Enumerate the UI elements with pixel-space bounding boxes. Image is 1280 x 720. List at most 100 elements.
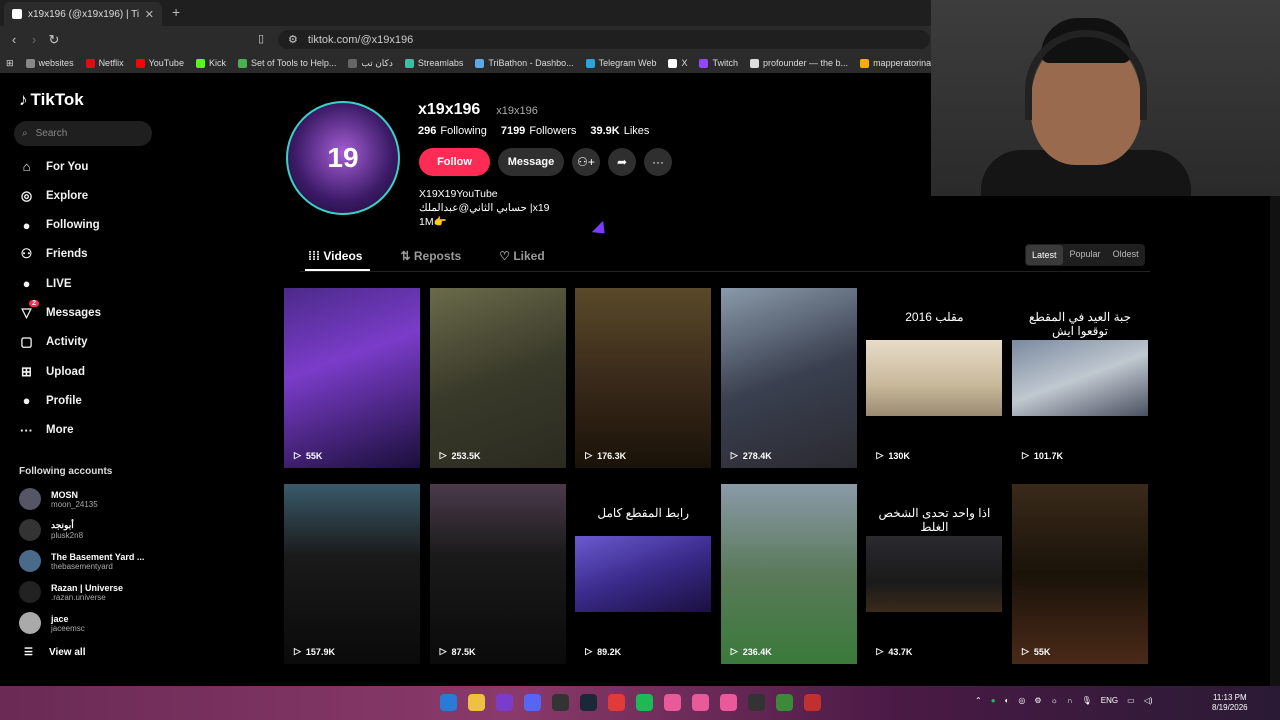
site-info-icon[interactable]: ⚙ — [288, 33, 298, 46]
minecraft-icon[interactable] — [776, 694, 793, 711]
bookmark-item[interactable]: YouTube — [135, 58, 184, 68]
app-icon[interactable] — [552, 694, 569, 711]
volume-icon[interactable]: ◁) — [1144, 696, 1153, 705]
headset-icon[interactable]: ∩ — [1067, 696, 1073, 705]
bookmark-item[interactable]: Kick — [195, 58, 226, 68]
sort-latest[interactable]: Latest — [1026, 245, 1063, 265]
follow-button[interactable]: Follow — [419, 148, 490, 176]
nav-item-more[interactable]: ··· More — [18, 422, 73, 439]
video-card[interactable]: ▷ 176.3K — [575, 288, 712, 468]
video-card[interactable]: جبة العيد في المقطع توقعوا ايش ▷ 101.7K — [1012, 288, 1148, 468]
video-card[interactable]: ▷ 87.5K — [429, 484, 566, 664]
obs-icon[interactable] — [748, 694, 765, 711]
video-card[interactable]: ▷ 55K — [1012, 484, 1148, 664]
nav-item-activity[interactable]: ▢ Activity — [18, 334, 87, 351]
steam-icon[interactable] — [580, 694, 597, 711]
stat-following[interactable]: 296 Following — [418, 125, 487, 137]
forward-icon[interactable]: › — [24, 32, 44, 47]
app-icon[interactable] — [664, 694, 681, 711]
chevron-up-icon[interactable]: ⌃ — [975, 696, 982, 705]
spotify-icon[interactable] — [636, 694, 653, 711]
file-explorer-icon[interactable] — [468, 694, 485, 711]
sort-popular[interactable]: Popular — [1064, 244, 1107, 266]
tray-icon[interactable]: ◎ — [1018, 696, 1025, 705]
tray-icon[interactable]: ⚙ — [1034, 696, 1041, 705]
share-icon[interactable]: ➦ — [608, 148, 636, 176]
bookmark-item[interactable]: Set of Tools to Help... — [237, 58, 336, 68]
nav-item-live[interactable]: ● LIVE — [18, 275, 72, 292]
compass-icon: ◎ — [20, 187, 33, 203]
nav-item-friends[interactable]: ⚇ Friends — [18, 246, 88, 263]
tab-videos[interactable]: ⁞⁞⁞ Videos — [308, 249, 362, 263]
network-icon[interactable]: ▭ — [1127, 696, 1135, 705]
tray-icon[interactable]: ☼ — [1051, 696, 1058, 705]
close-tab-icon[interactable]: ✕ — [145, 8, 154, 21]
nav-item-messages[interactable]: ▽ 2 Messages — [18, 299, 101, 322]
bookmark-item[interactable]: Twitch — [699, 58, 738, 68]
following-account[interactable]: MOSN moon_24135 — [19, 488, 98, 510]
scrollbar[interactable] — [1270, 196, 1280, 686]
windows-start-icon[interactable] — [440, 694, 457, 711]
app-icon[interactable] — [720, 694, 737, 711]
new-tab-icon[interactable]: + — [172, 4, 180, 20]
clock[interactable]: 11:13 PM 8/19/2026 — [1212, 693, 1248, 713]
stat-followers[interactable]: 7199 Followers — [501, 125, 577, 137]
bookmark-item[interactable]: websites — [25, 58, 74, 68]
nav-item-explore[interactable]: ◎ Explore — [18, 187, 88, 204]
more-icon: ··· — [20, 422, 33, 438]
bookmark-item[interactable]: Streamlabs — [404, 58, 463, 68]
tray-icon[interactable]: ◐ — [1005, 696, 1010, 705]
view-count: ▷ 101.7K — [1022, 450, 1063, 461]
apps-icon[interactable]: ⊞ — [6, 58, 14, 69]
add-friend-icon[interactable]: ⚇+ — [572, 148, 600, 176]
sort-oldest[interactable]: Oldest — [1107, 244, 1145, 266]
tab-liked[interactable]: ♡ Liked — [499, 249, 544, 263]
video-card[interactable]: ▷ 253.5K — [429, 288, 566, 468]
reload-icon[interactable]: ↻ — [44, 32, 64, 48]
app-icon[interactable] — [496, 694, 513, 711]
following-account[interactable]: أبونجد plusk2n8 — [19, 519, 83, 541]
profile-avatar[interactable]: 19 — [286, 101, 400, 215]
video-card[interactable]: اذا واحد تحدى الشخص الغلط ▷ 43.7K — [866, 484, 1003, 664]
video-card[interactable]: ▷ 157.9K — [284, 484, 420, 664]
nav-label: Friends — [46, 248, 88, 261]
following-account[interactable]: Razan | Universe .razan.universe — [19, 581, 123, 603]
browser-tab[interactable]: x19x196 (@x19x196) | TikTok ✕ — [4, 2, 162, 26]
bookmark-item[interactable]: TriBathon - Dashbo... — [475, 58, 574, 68]
nav-item-upload[interactable]: ⊞ Upload — [18, 363, 85, 380]
search-input[interactable]: ⌕ Search — [14, 121, 152, 146]
bookmark-item[interactable]: Telegram Web — [585, 58, 656, 68]
following-account[interactable]: The Basement Yard ... thebasementyard — [19, 550, 144, 572]
bookmark-item[interactable]: X — [668, 58, 687, 68]
video-card[interactable]: ▷ 278.4K — [720, 288, 857, 468]
app-icon[interactable] — [692, 694, 709, 711]
app-icon[interactable] — [608, 694, 625, 711]
url-bar[interactable]: ⚙ tiktok.com/@x19x196 — [278, 30, 930, 49]
back-icon[interactable]: ‹ — [4, 32, 24, 47]
view-all-button[interactable]: ☰ View all — [24, 647, 85, 658]
language-indicator[interactable]: ENG — [1101, 696, 1118, 705]
nav-item-for-you[interactable]: ⌂ For You — [18, 158, 89, 175]
nav-item-profile[interactable]: ● Profile — [18, 392, 82, 409]
bookmark-icon[interactable]: ▯ — [258, 32, 264, 45]
spotify-tray-icon[interactable]: ● — [991, 696, 996, 705]
video-card[interactable]: ▷ 236.4K — [720, 484, 857, 664]
bookmark-item[interactable]: Netflix — [85, 58, 124, 68]
bookmark-item[interactable]: profounder — the b... — [750, 58, 848, 68]
account-name: Razan | Universe — [51, 582, 124, 593]
tab-reposts[interactable]: ⇅ Reposts — [400, 249, 461, 263]
following-account[interactable]: jace jaceemsc — [19, 612, 85, 634]
nav-item-following[interactable]: ● Following — [18, 217, 100, 234]
microphone-icon[interactable]: 🎙 — [1082, 696, 1092, 705]
video-card[interactable]: رابط المقطع كامل ▷ 89.2K — [575, 484, 712, 664]
message-button[interactable]: Message — [498, 148, 564, 176]
tiktok-logo[interactable]: ♪ TikTok — [19, 90, 84, 110]
bookmark-item[interactable]: دكان تب — [348, 58, 393, 69]
profile-stats: 296 Following 7199 Followers 39.9K Likes — [418, 125, 649, 137]
discord-icon[interactable] — [524, 694, 541, 711]
video-card[interactable]: مقلب 2016 ▷ 130K — [866, 288, 1003, 468]
video-card[interactable]: ▷ 55K — [284, 288, 420, 468]
view-count-value: 236.4K — [742, 646, 772, 657]
more-options-icon[interactable]: ··· — [644, 148, 672, 176]
app-icon[interactable] — [804, 694, 821, 711]
